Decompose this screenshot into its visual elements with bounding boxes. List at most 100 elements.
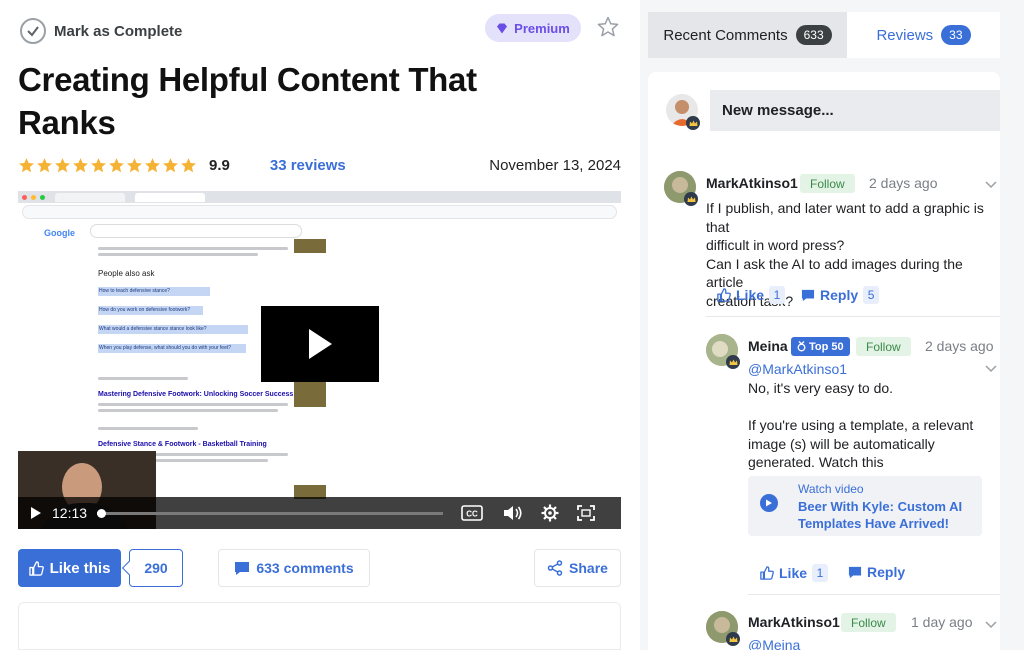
premium-badge: Premium — [485, 14, 581, 42]
share-button[interactable]: Share — [534, 549, 621, 587]
comment-line: difficult in word press? — [706, 237, 845, 253]
share-icon — [547, 560, 563, 576]
tab-label: Reviews — [876, 26, 934, 44]
play-icon — [309, 329, 332, 359]
content-card — [18, 602, 621, 650]
reply-count: 5 — [863, 286, 880, 304]
favorite-star-icon[interactable] — [596, 15, 620, 44]
comment-bubble-icon — [235, 561, 250, 575]
comment-mention[interactable]: @MarkAtkinso1 — [748, 361, 847, 377]
star-icon — [127, 157, 142, 172]
follow-button[interactable]: Follow — [841, 613, 896, 632]
like-label: Like — [736, 287, 765, 303]
like-count: 290 — [129, 549, 183, 587]
progress-handle[interactable] — [96, 508, 106, 518]
chevron-down-icon[interactable] — [985, 616, 997, 634]
star-icon — [109, 157, 124, 172]
comments-sidebar: Recent Comments 633 Reviews 33 New messa… — [648, 12, 1000, 650]
fullscreen-icon[interactable] — [577, 505, 595, 521]
comment-line: generated. Watch this — [748, 454, 884, 470]
comment-like-button[interactable]: Like 1 — [760, 564, 829, 582]
star-icon — [55, 157, 70, 172]
svg-text:CC: CC — [466, 510, 478, 519]
reviews-link[interactable]: 33 reviews — [270, 157, 346, 174]
question-text: What would a defensive stance stance loo… — [99, 326, 207, 332]
chevron-down-icon[interactable] — [985, 176, 997, 194]
video-timecode: 12:13 — [52, 505, 88, 521]
tab-count-badge: 33 — [941, 25, 971, 45]
top50-badge: Top 50 — [791, 337, 850, 356]
comments-button[interactable]: 633 comments — [218, 549, 370, 587]
thumbs-up-icon — [28, 560, 44, 576]
tab-recent-comments[interactable]: Recent Comments 633 — [648, 12, 847, 58]
comment-line: If I publish, and later want to add a gr… — [706, 200, 984, 235]
comment-reply-button[interactable]: Reply 5 — [801, 286, 880, 304]
follow-button[interactable]: Follow — [800, 174, 855, 193]
star-icon — [19, 157, 34, 172]
tab-label: Recent Comments — [663, 26, 788, 44]
new-message-input[interactable]: New message... — [710, 90, 1000, 131]
tab-reviews[interactable]: Reviews 33 — [847, 12, 1000, 58]
crown-icon — [686, 116, 700, 130]
star-icon — [37, 157, 52, 172]
comment-like-button[interactable]: Like 1 — [717, 286, 786, 304]
post-date: November 13, 2024 — [489, 156, 621, 174]
comment-line — [748, 398, 988, 417]
comment-reply-button[interactable]: Reply — [848, 564, 905, 580]
tab-count-badge: 633 — [795, 25, 832, 45]
rating-value: 9.9 — [209, 156, 230, 174]
crown-icon — [726, 632, 740, 646]
video-progress-bar[interactable] — [96, 508, 444, 518]
comment-bubble-icon — [801, 289, 815, 301]
people-also-ask-question: When you play defense, what should you d… — [98, 344, 246, 353]
reply-label: Reply — [867, 564, 906, 580]
thumbs-up-icon — [760, 566, 774, 580]
people-also-ask: People also ask — [98, 269, 155, 278]
thumbs-up-icon — [717, 288, 731, 302]
video-controls: 12:13 CC — [18, 497, 621, 529]
top50-label: Top 50 — [809, 340, 844, 353]
page-title: Creating Helpful Content That Ranks — [18, 61, 477, 141]
crown-icon — [684, 192, 698, 206]
volume-icon[interactable] — [503, 505, 523, 521]
comment-mention[interactable]: @Meina — [748, 637, 800, 650]
comments-button-label: 633 comments — [256, 560, 354, 576]
google-logo: Google — [44, 228, 75, 238]
comment-line: No, it's very easy to do. — [748, 380, 894, 396]
search-result-title: Defensive Stance & Footwork - Basketball… — [98, 441, 267, 448]
follow-button[interactable]: Follow — [856, 337, 911, 356]
like-button[interactable]: Like this — [18, 549, 121, 587]
comment-time: 2 days ago — [925, 338, 994, 354]
settings-gear-icon[interactable] — [541, 504, 559, 522]
watch-video-card[interactable]: Watch video Beer With Kyle: Custom AI Te… — [748, 476, 982, 536]
comment-author[interactable]: MarkAtkinso1 — [706, 175, 798, 191]
share-button-label: Share — [569, 560, 608, 576]
star-icon — [91, 157, 106, 172]
comment-author[interactable]: Meina — [748, 338, 788, 354]
video-play-icon — [760, 494, 778, 512]
reply-label: Reply — [820, 287, 859, 303]
closed-captions-icon[interactable]: CC — [461, 505, 483, 521]
star-icon — [163, 157, 178, 172]
play-small-icon[interactable] — [30, 506, 42, 520]
question-text: How to teach defensive stance? — [99, 288, 170, 294]
people-also-ask-question: What would a defensive stance stance loo… — [98, 325, 248, 334]
star-icon — [145, 157, 160, 172]
premium-label: Premium — [514, 20, 570, 36]
search-result-title: Mastering Defensive Footwork: Unlocking … — [98, 391, 294, 398]
crown-icon — [726, 355, 740, 369]
comment-time: 2 days ago — [869, 175, 938, 191]
play-button[interactable] — [261, 306, 379, 382]
watch-video-title: Beer With Kyle: Custom AI Templates Have… — [798, 499, 963, 531]
sidebar-tabs: Recent Comments 633 Reviews 33 — [648, 12, 1000, 58]
mark-complete-button[interactable]: Mark as Complete — [20, 18, 182, 44]
chevron-down-icon[interactable] — [985, 360, 997, 378]
video-player[interactable]: Google People also ask How to teach defe… — [18, 191, 621, 529]
question-text: How do you work on defensive footwork? — [99, 307, 191, 313]
like-count: 1 — [769, 286, 786, 304]
mark-complete-label: Mark as Complete — [54, 22, 183, 40]
rating-stars — [18, 157, 197, 174]
check-circle-icon — [20, 18, 46, 44]
comment-bubble-icon — [848, 566, 862, 578]
comment-author[interactable]: MarkAtkinso1 — [748, 614, 840, 630]
